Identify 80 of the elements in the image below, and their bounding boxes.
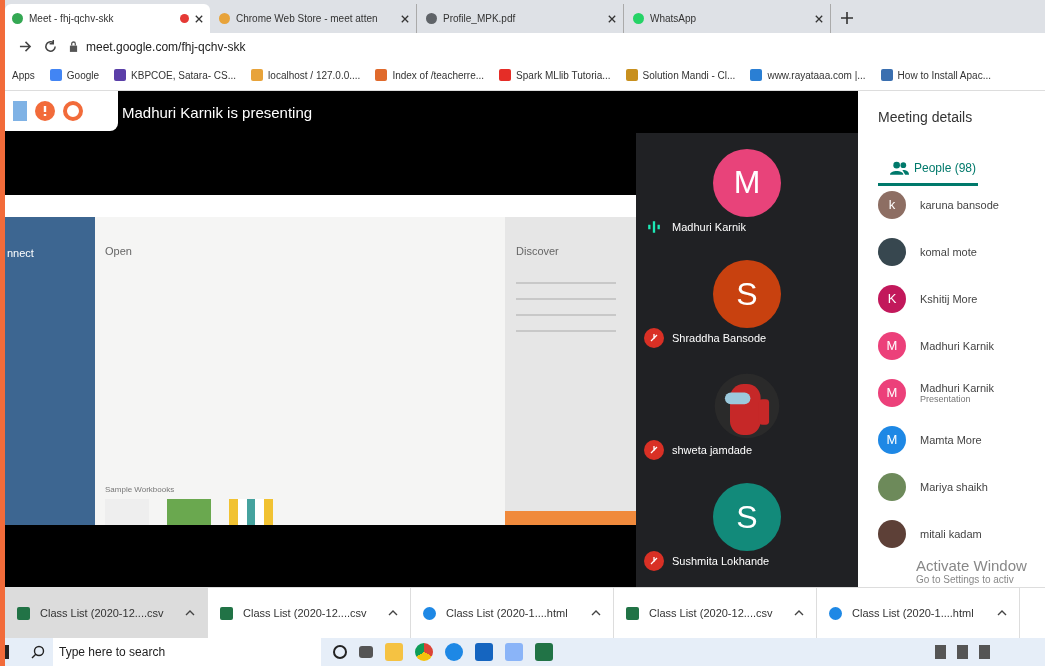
reload-icon[interactable] <box>44 40 57 53</box>
participant-subtitle: Presentation <box>920 393 972 404</box>
bar-chart-thumbnail <box>229 499 273 525</box>
participant-name: mitali kadam <box>920 527 982 540</box>
avatar-circle: K <box>878 284 906 313</box>
participant-name: Madhuri Karnik <box>920 339 994 352</box>
bookmark-link[interactable]: How to Install Apac... <box>880 69 991 81</box>
caret-icon <box>185 610 195 616</box>
bookmark-link[interactable]: www.rayataaa.com |... <box>750 69 866 81</box>
tab-title: Meet - fhj-qchv-skk <box>29 13 115 24</box>
people-icon <box>890 161 909 175</box>
close-icon[interactable] <box>401 14 409 23</box>
search-field[interactable]: Type here to search <box>53 638 321 666</box>
participant-name: shweta jamdade <box>672 443 753 456</box>
bookmark-link[interactable]: Index of /teacherre... <box>375 69 485 81</box>
start-icon[interactable] <box>5 645 9 659</box>
participant-name: Mariya shaikh <box>920 480 988 493</box>
browser-tab[interactable]: Meet - fhj-qchv-skk <box>5 4 210 33</box>
task-view-icon[interactable] <box>359 646 373 658</box>
app-icon <box>13 101 27 121</box>
avatar-circle: M <box>878 331 906 360</box>
favicon-icon <box>12 13 23 24</box>
bookmark-link[interactable]: KBPCOE, Satara- CS... <box>114 69 237 81</box>
cortana-icon[interactable] <box>333 645 347 659</box>
participant-name: Shraddha Bansode <box>672 332 767 345</box>
caret-icon <box>591 610 601 616</box>
participant-name: Kshitij More <box>920 292 978 305</box>
activation-hint: Go to Settings to activ <box>916 574 1015 585</box>
close-icon[interactable] <box>195 14 203 23</box>
avatar-circle: M <box>713 148 781 217</box>
warning-icon <box>35 101 55 121</box>
panel-title: Meeting details <box>878 109 974 125</box>
browser-icon <box>423 606 436 620</box>
favicon-icon <box>633 13 644 24</box>
caret-icon <box>997 610 1007 616</box>
tab-title: WhatsApp <box>650 13 698 24</box>
avatar-circle: S <box>713 260 781 329</box>
avatar-circle: M <box>878 425 906 454</box>
presenting-label: Madhuri Karnik is presenting <box>122 103 313 121</box>
close-icon[interactable] <box>815 14 823 23</box>
tab-title: Chrome Web Store - meet atten <box>236 13 379 24</box>
avatar-circle: S <box>713 483 781 552</box>
bookmark-link[interactable]: Spark MLlib Tutoria... <box>499 69 611 81</box>
participant-name: Madhuri Karnik <box>672 220 746 233</box>
favicon-icon <box>219 13 230 24</box>
caret-icon <box>388 610 398 616</box>
bookmark-link[interactable]: Apps <box>12 69 35 81</box>
spreadsheet-icon <box>220 606 233 620</box>
close-icon[interactable] <box>608 14 616 23</box>
avatar-circle: k <box>878 190 906 219</box>
bookmark-link[interactable]: localhost / 127.0.0.... <box>251 69 361 81</box>
bookmark-link[interactable]: Google <box>49 69 100 81</box>
new-tab-icon[interactable] <box>841 12 853 24</box>
participant-name: Madhuri Karnik <box>920 381 994 394</box>
participant-name: Sushmita Lokhande <box>672 555 770 568</box>
bookmark-link[interactable]: Solution Mandi - Cl... <box>625 69 736 81</box>
chrome-icon[interactable] <box>415 643 433 661</box>
caret-icon <box>794 610 804 616</box>
participant-name: komal mote <box>920 245 977 258</box>
open-heading: Open <box>105 245 133 257</box>
address-bar[interactable]: meet.google.com/fhj-qchv-skk <box>69 33 1045 60</box>
search-icon <box>31 645 45 659</box>
sidebar-text: nnect <box>7 247 35 259</box>
activation-notice: Activate Window <box>916 557 1028 574</box>
discover-heading: Discover <box>516 245 560 257</box>
people-tab[interactable]: People (98) <box>878 157 978 186</box>
tab-title: Profile_MPK.pdf <box>443 13 517 24</box>
browser-icon <box>829 606 842 620</box>
download-item[interactable]: Class List (2020-12....csv <box>5 588 208 638</box>
spreadsheet-icon <box>626 606 639 620</box>
samples-heading: Sample Workbooks <box>105 485 176 494</box>
edge-icon[interactable] <box>445 643 463 661</box>
map-thumbnail <box>167 499 211 525</box>
participant-name: karuna bansode <box>920 198 999 211</box>
favicon-icon <box>426 13 437 24</box>
forward-icon[interactable] <box>19 40 32 53</box>
spreadsheet-icon <box>17 606 30 620</box>
circle-icon <box>63 101 83 121</box>
participant-name: Mamta More <box>920 433 982 446</box>
avatar-circle: M <box>878 378 906 407</box>
